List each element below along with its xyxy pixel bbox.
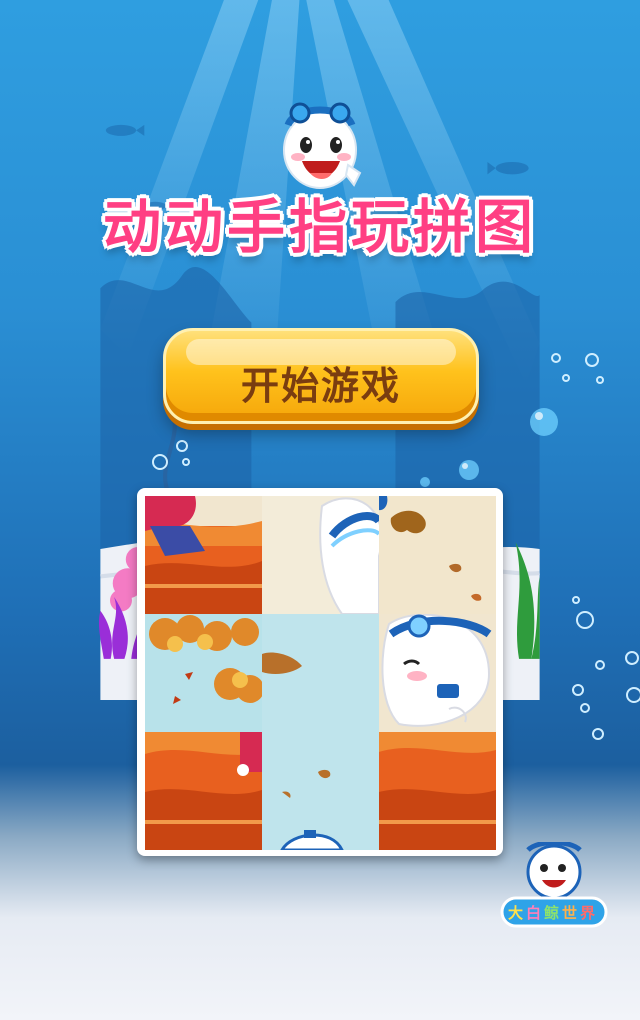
puzzle-grid <box>145 496 496 850</box>
puzzle-tile[interactable] <box>262 732 379 850</box>
svg-text:大: 大 <box>508 904 523 922</box>
svg-text:鲸: 鲸 <box>544 904 559 922</box>
svg-text:世: 世 <box>562 904 577 922</box>
puzzle-tile[interactable] <box>145 732 262 850</box>
puzzle-tile[interactable] <box>262 614 379 732</box>
puzzle-tile[interactable] <box>379 496 496 614</box>
start-game-label: 开始游戏 <box>240 364 401 408</box>
puzzle-tile[interactable] <box>262 496 379 614</box>
puzzle-tile[interactable] <box>145 496 262 614</box>
game-title: 动动手指玩拼图 <box>102 193 537 261</box>
puzzle-tile[interactable] <box>379 732 496 850</box>
brand-logo: 大 白 鲸 世 界 <box>500 842 608 928</box>
svg-text:白: 白 <box>526 904 541 922</box>
game-screen: 动动手指玩拼图 开始游戏 大 白 鲸 世 界 <box>0 0 640 1020</box>
svg-text:界: 界 <box>580 904 595 922</box>
start-game-button[interactable]: 开始游戏 <box>163 328 479 424</box>
puzzle-board <box>137 488 503 856</box>
puzzle-tile[interactable] <box>379 614 496 732</box>
puzzle-tile[interactable] <box>145 614 262 732</box>
